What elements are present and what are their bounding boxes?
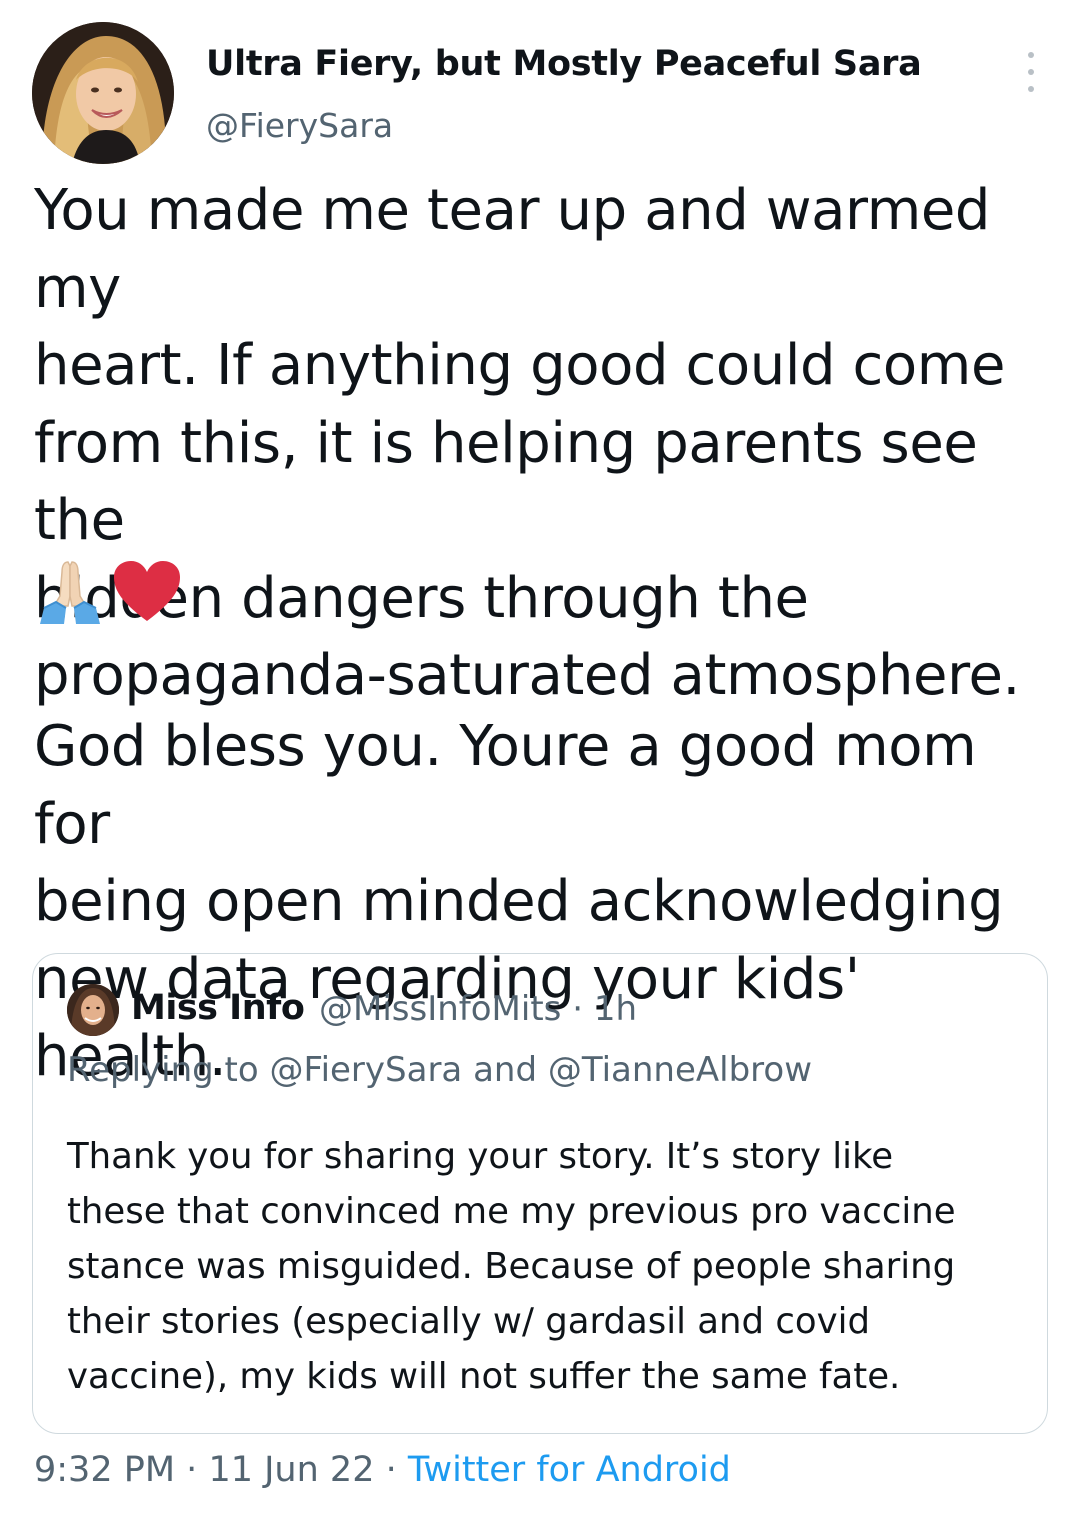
quoted-author-meta: @MissInfoMits · 1h (319, 989, 637, 1029)
tweet-time[interactable]: 9:32 PM (34, 1450, 175, 1490)
author-display-name[interactable]: Ultra Fiery, but Mostly Peaceful Sara (206, 44, 922, 84)
author-handle[interactable]: @FierySara (206, 106, 393, 145)
quoted-author-display-name[interactable]: Miss Info (131, 988, 305, 1028)
author-avatar[interactable] (32, 22, 174, 164)
quoted-tweet-card[interactable]: Miss Info @MissInfoMits · 1h Replying to… (32, 953, 1048, 1434)
tweet-header: Ultra Fiery, but Mostly Peaceful Sara @F… (32, 22, 1052, 167)
quoted-tweet-text: Thank you for sharing your story. It’s s… (67, 1136, 956, 1397)
quoted-profile-photo-icon (67, 984, 119, 1036)
replying-to-text: Replying to @FierySara and @TianneAlbrow (67, 1050, 812, 1090)
tweet-date[interactable]: 11 Jun 22 (208, 1450, 374, 1490)
quoted-author-handle[interactable]: @MissInfoMits (319, 989, 561, 1029)
tweet-text-paragraph-1: You made me tear up and warmed my heart.… (34, 178, 1020, 708)
more-options-icon[interactable] (1024, 52, 1038, 92)
tweet-footer: 9:32 PM · 11 Jun 22 · Twitter for Androi… (34, 1450, 731, 1490)
footer-separator-2: · (385, 1450, 397, 1490)
tweet-emojis (34, 556, 182, 628)
quoted-author-avatar[interactable] (67, 984, 119, 1036)
footer-separator-1: · (186, 1450, 198, 1490)
folded-hands-icon (40, 561, 100, 624)
tweet: Ultra Fiery, but Mostly Peaceful Sara @F… (0, 0, 1080, 1525)
profile-photo-icon (32, 22, 174, 164)
quoted-time-ago[interactable]: 1h (594, 989, 637, 1029)
meta-separator: · (572, 989, 584, 1029)
red-heart-icon (114, 561, 180, 621)
tweet-source-link[interactable]: Twitter for Android (408, 1450, 731, 1490)
